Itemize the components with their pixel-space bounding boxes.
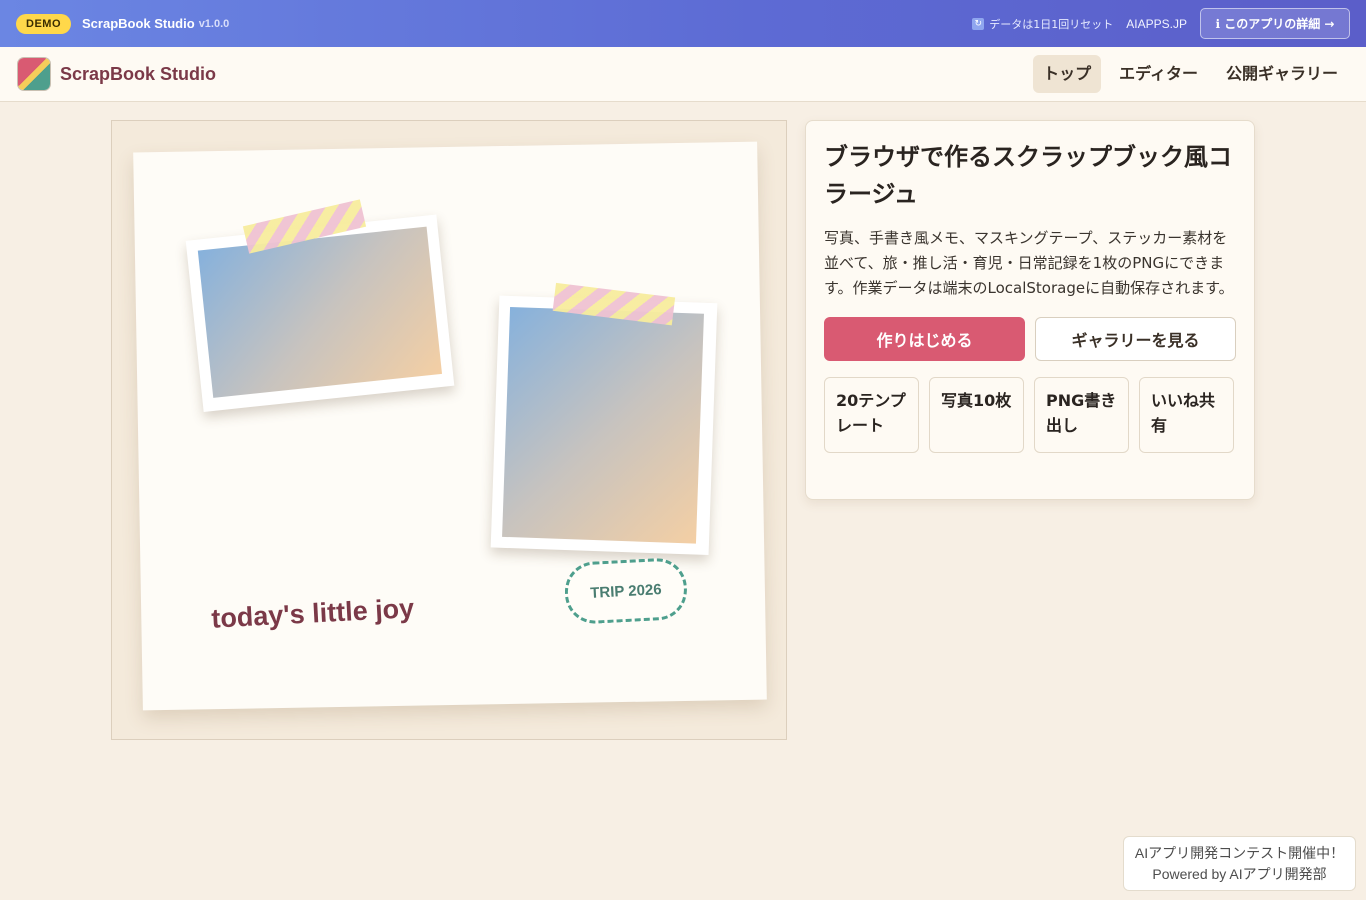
refresh-icon: ↻	[972, 17, 985, 30]
app-detail-button[interactable]: ℹ このアプリの詳細 →	[1200, 8, 1350, 39]
demo-bar-right: ↻ データは1日1回リセット AIAPPS.JP ℹ このアプリの詳細 →	[972, 8, 1350, 39]
handwritten-memo: today's little joy	[210, 593, 415, 634]
feature-item: いいね共有	[1139, 377, 1234, 453]
nav-item-gallery[interactable]: 公開ギャラリー	[1216, 55, 1348, 93]
intro-title: ブラウザで作るスクラップブック風コラージュ	[824, 143, 1232, 208]
photo-frame	[490, 295, 718, 556]
demo-bar: DEMO ScrapBook Studio v1.0.0 ↻ データは1日1回リ…	[0, 0, 1366, 47]
app-header: ScrapBook Studio トップ エディター 公開ギャラリー	[0, 47, 1366, 102]
demo-version: v1.0.0	[198, 17, 230, 30]
demo-app-title: ScrapBook Studio	[82, 16, 195, 31]
view-gallery-button[interactable]: ギャラリーを見る	[1035, 317, 1236, 361]
trip-sticker: TRIP 2026	[563, 556, 689, 626]
photo-placeholder	[197, 226, 443, 398]
cta-row: 作りはじめる ギャラリーを見る	[824, 317, 1236, 361]
logo-icon[interactable]	[18, 58, 50, 90]
powered-by: Powered by AIアプリ開発部	[1152, 866, 1327, 882]
reset-note-text: データは1日1回リセット	[989, 17, 1114, 31]
contest-line: AIアプリ開発コンテスト開催中！	[1134, 845, 1345, 861]
intro-description: 写真、手書き風メモ、マスキングテープ、ステッカー素材を並べて、旅・推し活・育児・…	[824, 229, 1234, 297]
scrapbook-preview: today's little joy TRIP 2026	[111, 120, 787, 740]
feature-item: PNG書き出し	[1034, 377, 1129, 453]
nav-item-editor[interactable]: エディター	[1109, 55, 1208, 93]
feature-item: 20テンプレート	[824, 377, 919, 453]
aiapps-link[interactable]: AIAPPS.JP	[1126, 17, 1187, 31]
start-button[interactable]: 作りはじめる	[824, 317, 1025, 361]
demo-badge: DEMO	[16, 13, 71, 34]
main-nav: トップ エディター 公開ギャラリー	[1025, 55, 1348, 93]
scrapbook-paper: today's little joy TRIP 2026	[133, 141, 767, 711]
intro-card: ブラウザで作るスクラップブック風コラージュ 写真、手書き風メモ、マスキングテープ…	[805, 120, 1255, 500]
brand-name[interactable]: ScrapBook Studio	[60, 64, 216, 85]
photo-placeholder	[502, 306, 704, 544]
photo-frame	[185, 214, 455, 412]
feature-list: 20テンプレート 写真10枚 PNG書き出し いいね共有	[824, 377, 1236, 453]
feature-item: 写真10枚	[929, 377, 1024, 453]
nav-item-top[interactable]: トップ	[1033, 55, 1102, 93]
reset-note: ↻ データは1日1回リセット	[972, 16, 1113, 32]
contest-banner[interactable]: AIアプリ開発コンテスト開催中！ Powered by AIアプリ開発部	[1123, 836, 1356, 891]
